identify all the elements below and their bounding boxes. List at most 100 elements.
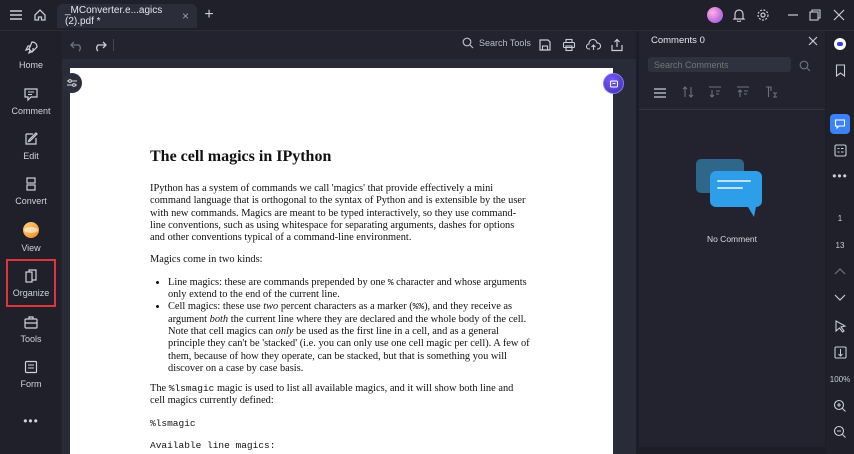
emphasis: both bbox=[209, 313, 229, 325]
left-sidebar: Home Comment Edit Convert View Organize … bbox=[0, 31, 62, 454]
save-icon[interactable] bbox=[538, 38, 552, 57]
zoom-level[interactable]: 100% bbox=[826, 371, 854, 387]
select-cursor-icon[interactable] bbox=[826, 317, 854, 335]
search-tools-label: Search Tools bbox=[479, 38, 531, 48]
sidebar-more-button[interactable]: ••• bbox=[6, 411, 56, 431]
more-options-icon[interactable]: ••• bbox=[826, 168, 854, 184]
comments-panel: Comments 0 No Comment bbox=[639, 31, 825, 447]
document-area[interactable]: The cell magics in IPython IPython has a… bbox=[62, 59, 636, 454]
sort-descending-icon[interactable] bbox=[708, 85, 722, 104]
organize-icon bbox=[25, 269, 37, 283]
sliders-icon bbox=[67, 79, 77, 87]
filter-icon[interactable] bbox=[764, 85, 778, 104]
search-icon[interactable] bbox=[799, 59, 811, 77]
bullet-list: Line magics: these are commands prepende… bbox=[150, 277, 530, 375]
tab-close-button[interactable]: × bbox=[182, 9, 189, 23]
convert-icon bbox=[26, 177, 36, 191]
paragraph: Magics come in two kinds: bbox=[150, 254, 263, 266]
inline-code: %lsmagic bbox=[168, 383, 215, 395]
chevron-up-icon[interactable] bbox=[826, 263, 854, 279]
sidebar-item-label: Comment bbox=[11, 106, 51, 116]
comments-panel-icon[interactable] bbox=[826, 114, 854, 134]
sidebar-item-organize[interactable]: Organize bbox=[6, 259, 56, 307]
ai-icon bbox=[609, 80, 618, 87]
page-content: The cell magics in IPython IPython has a… bbox=[150, 148, 530, 454]
right-rail: ••• 1 13 100% bbox=[826, 31, 854, 454]
bell-icon[interactable] bbox=[730, 0, 748, 30]
search-tools-button[interactable]: Search Tools bbox=[462, 37, 531, 49]
sidebar-item-home[interactable]: Home bbox=[6, 33, 56, 77]
properties-icon[interactable] bbox=[826, 141, 854, 159]
comments-search-input[interactable] bbox=[648, 57, 791, 72]
paragraph: The %lsmagic magic is used to list all a… bbox=[150, 383, 530, 408]
list-item: Cell magics: these use two percent chara… bbox=[168, 301, 530, 375]
avatar[interactable] bbox=[707, 7, 723, 23]
document-tab[interactable]: _MConverter.e...agics (2).pdf * × bbox=[57, 4, 197, 28]
minimize-icon[interactable] bbox=[784, 0, 802, 30]
cloud-upload-icon[interactable] bbox=[585, 38, 602, 57]
sort-ascending-icon[interactable] bbox=[736, 85, 750, 104]
inline-code: %% bbox=[412, 301, 425, 313]
ai-logo-icon[interactable] bbox=[826, 35, 854, 53]
zoom-in-icon[interactable] bbox=[826, 397, 854, 415]
sidebar-item-form[interactable]: Form bbox=[6, 352, 56, 396]
zoom-out-icon[interactable] bbox=[826, 423, 854, 441]
document-title: The cell magics in IPython bbox=[150, 148, 332, 165]
text-span: The bbox=[150, 383, 169, 395]
pdf-page[interactable]: The cell magics in IPython IPython has a… bbox=[70, 68, 613, 454]
sidebar-item-label: Convert bbox=[15, 196, 47, 206]
chevron-down-icon[interactable] bbox=[826, 290, 854, 306]
code-block: Available line magics: bbox=[150, 440, 276, 452]
list-item: Line magics: these are commands prepende… bbox=[168, 277, 530, 302]
search-icon bbox=[462, 37, 474, 49]
sidebar-item-label: Organize bbox=[12, 288, 50, 298]
title-bar: _MConverter.e...agics (2).pdf * × + bbox=[0, 0, 854, 31]
print-icon[interactable] bbox=[562, 38, 576, 57]
list-view-icon[interactable] bbox=[653, 86, 667, 104]
page-number-total: 13 bbox=[835, 240, 845, 250]
restore-icon[interactable] bbox=[806, 0, 824, 30]
redo-icon[interactable] bbox=[93, 38, 107, 57]
ai-assistant-button[interactable] bbox=[603, 73, 624, 94]
close-window-icon[interactable] bbox=[830, 0, 848, 30]
text-span: Line magics: these are commands prepende… bbox=[168, 276, 388, 288]
sidebar-item-tools[interactable]: Tools bbox=[6, 307, 56, 351]
bookmark-icon[interactable] bbox=[826, 61, 854, 79]
home-icon[interactable] bbox=[30, 0, 50, 30]
empty-comments-illustration bbox=[694, 157, 770, 228]
sidebar-item-convert[interactable]: Convert bbox=[6, 169, 56, 213]
view-icon bbox=[23, 222, 39, 238]
page-settings-button[interactable] bbox=[62, 73, 82, 93]
gear-icon[interactable] bbox=[754, 0, 772, 30]
sort-icon[interactable] bbox=[681, 85, 695, 104]
comment-icon bbox=[24, 88, 38, 102]
toolbar-divider bbox=[113, 39, 114, 51]
sidebar-item-edit[interactable]: Edit bbox=[6, 124, 56, 168]
sidebar-item-label: Form bbox=[20, 379, 42, 389]
edit-icon bbox=[25, 132, 38, 145]
document-tab-title: _MConverter.e...agics (2).pdf * bbox=[65, 5, 163, 27]
more-dots: ••• bbox=[23, 414, 39, 428]
page-number-current[interactable]: 1 bbox=[826, 210, 854, 226]
emphasis: two bbox=[263, 301, 279, 313]
sidebar-item-label: Tools bbox=[20, 334, 42, 344]
new-tab-button[interactable]: + bbox=[200, 0, 218, 30]
share-icon[interactable] bbox=[610, 38, 624, 57]
document-toolbar: Search Tools bbox=[62, 31, 636, 59]
sidebar-item-label: Edit bbox=[23, 151, 39, 161]
code-block: %lsmagic bbox=[150, 417, 196, 429]
panel-divider bbox=[639, 109, 825, 110]
menu-icon[interactable] bbox=[6, 0, 26, 30]
undo-icon[interactable] bbox=[70, 38, 84, 57]
sidebar-item-view[interactable]: View bbox=[6, 215, 56, 259]
close-icon[interactable] bbox=[808, 33, 818, 51]
sidebar-item-label: Home bbox=[18, 60, 43, 70]
fit-page-icon[interactable] bbox=[826, 343, 854, 361]
sidebar-item-label: View bbox=[21, 243, 41, 253]
rocket-icon bbox=[24, 41, 38, 55]
text-span: percent characters as a marker ( bbox=[278, 301, 413, 313]
sidebar-item-comment[interactable]: Comment bbox=[6, 79, 56, 123]
text-span: Cell magics: these use bbox=[168, 301, 264, 313]
paragraph: IPython has a system of commands we call… bbox=[150, 183, 526, 244]
emphasis: only bbox=[275, 325, 294, 337]
